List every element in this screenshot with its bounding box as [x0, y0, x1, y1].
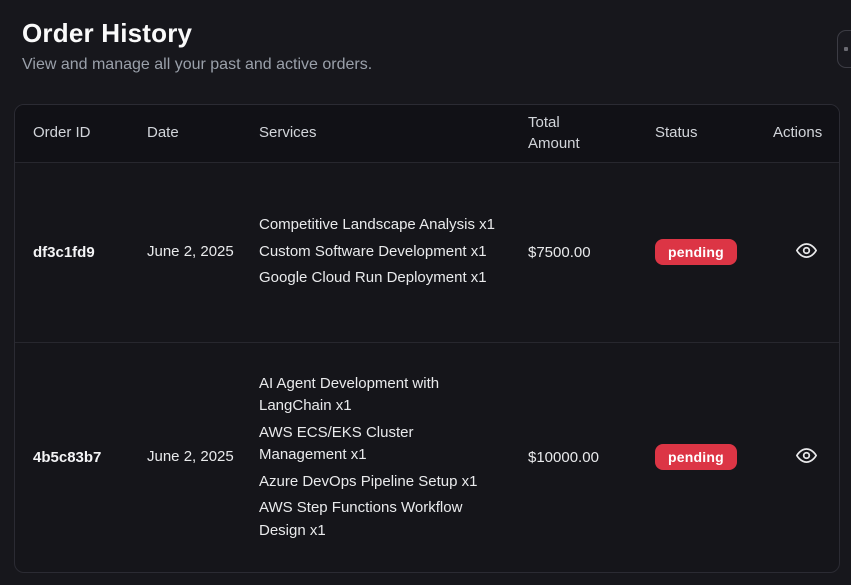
- column-header-status: Status: [655, 105, 773, 162]
- status-badge: pending: [655, 239, 737, 265]
- column-header-services: Services: [259, 105, 528, 162]
- order-services: AI Agent Development with LangChain x1 A…: [259, 342, 528, 572]
- column-header-actions: Actions: [773, 105, 839, 162]
- column-header-order-id: Order ID: [15, 105, 147, 162]
- cutoff-button-icon: [844, 47, 848, 51]
- service-item: AWS Step Functions Workflow Design x1: [259, 497, 503, 542]
- order-actions-cell: [773, 162, 839, 342]
- eye-icon: [796, 240, 817, 261]
- order-services: Competitive Landscape Analysis x1 Custom…: [259, 162, 528, 342]
- view-order-button[interactable]: [796, 240, 817, 261]
- order-row: df3c1fd9 June 2, 2025 Competitive Landsc…: [15, 162, 839, 342]
- table-header-row: Order ID Date Services Total Amount Stat…: [15, 105, 839, 162]
- page-header: Order History View and manage all your p…: [0, 0, 851, 74]
- service-item: AWS ECS/EKS Cluster Management x1: [259, 422, 503, 467]
- order-row: 4b5c83b7 June 2, 2025 AI Agent Developme…: [15, 342, 839, 572]
- orders-table: Order ID Date Services Total Amount Stat…: [15, 105, 839, 572]
- order-date: June 2, 2025: [147, 342, 259, 572]
- order-date: June 2, 2025: [147, 162, 259, 342]
- view-order-button[interactable]: [796, 445, 817, 466]
- eye-icon: [796, 445, 817, 466]
- order-status-cell: pending: [655, 342, 773, 572]
- order-total-amount: $10000.00: [528, 342, 655, 572]
- service-item: Custom Software Development x1: [259, 241, 503, 264]
- order-total-amount: $7500.00: [528, 162, 655, 342]
- service-item: Google Cloud Run Deployment x1: [259, 267, 503, 290]
- order-id: df3c1fd9: [15, 162, 147, 342]
- service-item: Azure DevOps Pipeline Setup x1: [259, 471, 503, 494]
- service-item: AI Agent Development with LangChain x1: [259, 373, 503, 418]
- page-title: Order History: [22, 18, 829, 49]
- order-status-cell: pending: [655, 162, 773, 342]
- column-header-total-amount: Total Amount: [528, 105, 655, 162]
- service-item: Competitive Landscape Analysis x1: [259, 214, 503, 237]
- order-id: 4b5c83b7: [15, 342, 147, 572]
- orders-table-card: Order ID Date Services Total Amount Stat…: [14, 104, 840, 573]
- cutoff-edge-button[interactable]: [837, 30, 851, 68]
- column-header-date: Date: [147, 105, 259, 162]
- page-subtitle: View and manage all your past and active…: [22, 56, 829, 74]
- status-badge: pending: [655, 444, 737, 470]
- order-actions-cell: [773, 342, 839, 572]
